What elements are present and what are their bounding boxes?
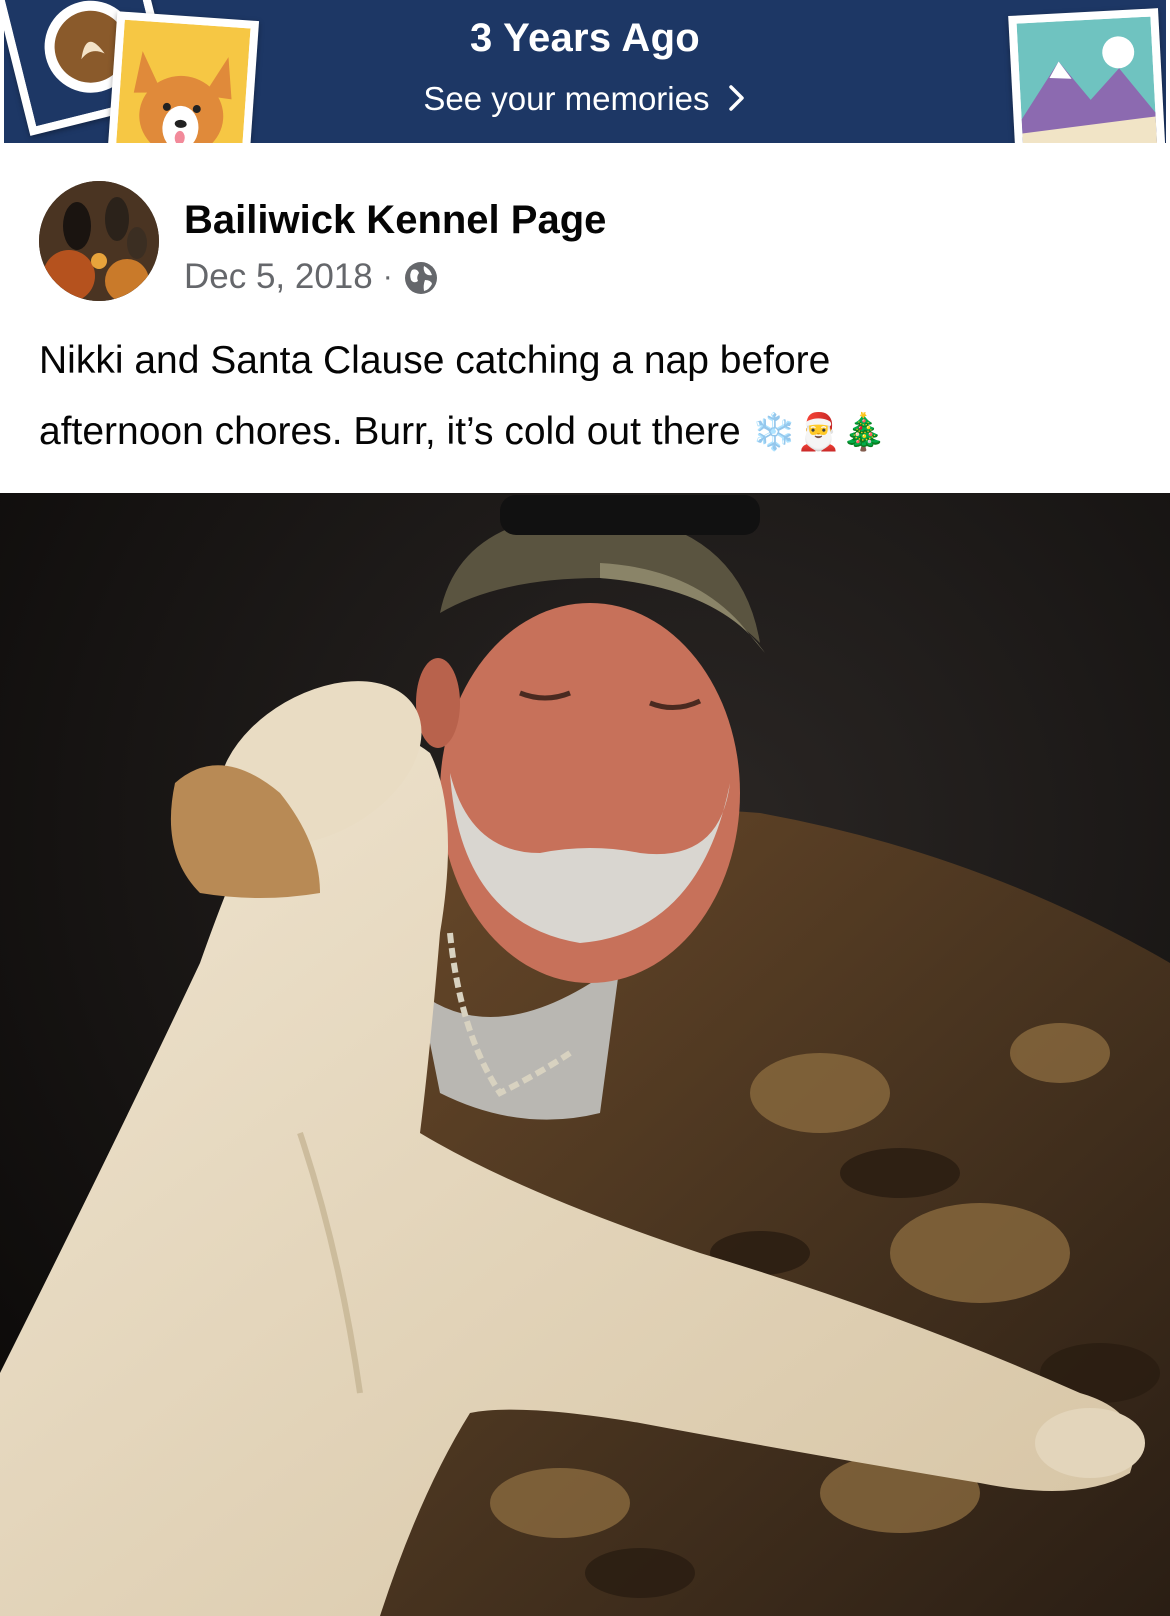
memories-title: 3 Years Ago bbox=[469, 16, 701, 60]
globe-icon bbox=[403, 260, 439, 296]
santa-icon: 🎅 bbox=[796, 412, 842, 453]
page-avatar[interactable] bbox=[39, 181, 159, 301]
post-text-line-2: afternoon chores. Burr, it’s cold out th… bbox=[39, 396, 1139, 468]
post-text-line-1: Nikki and Santa Clause catching a nap be… bbox=[39, 339, 831, 382]
chevron-right-icon bbox=[727, 82, 747, 120]
see-memories-label: See your memories bbox=[423, 80, 710, 117]
snowflake-icon: ❄️ bbox=[751, 412, 797, 453]
post-text: Nikki and Santa Clause catching a nap be… bbox=[39, 325, 1139, 468]
memories-banner[interactable]: 3 Years Ago See your memories bbox=[0, 0, 1170, 145]
meta-separator: · bbox=[382, 260, 393, 293]
christmas-tree-icon: 🎄 bbox=[841, 412, 887, 453]
post-photo[interactable] bbox=[0, 493, 1170, 1616]
post-header: Bailiwick Kennel Page Dec 5, 2018 · bbox=[0, 145, 1170, 345]
post-meta: Dec 5, 2018 · bbox=[184, 257, 439, 297]
see-memories-link[interactable]: See your memories bbox=[4, 80, 1166, 120]
post-date[interactable]: Dec 5, 2018 bbox=[184, 257, 373, 297]
memories-banner-background: 3 Years Ago See your memories bbox=[4, 0, 1166, 143]
post-text-line-2-text: afternoon chores. Burr, it’s cold out th… bbox=[39, 410, 741, 453]
page-name[interactable]: Bailiwick Kennel Page bbox=[184, 198, 606, 243]
